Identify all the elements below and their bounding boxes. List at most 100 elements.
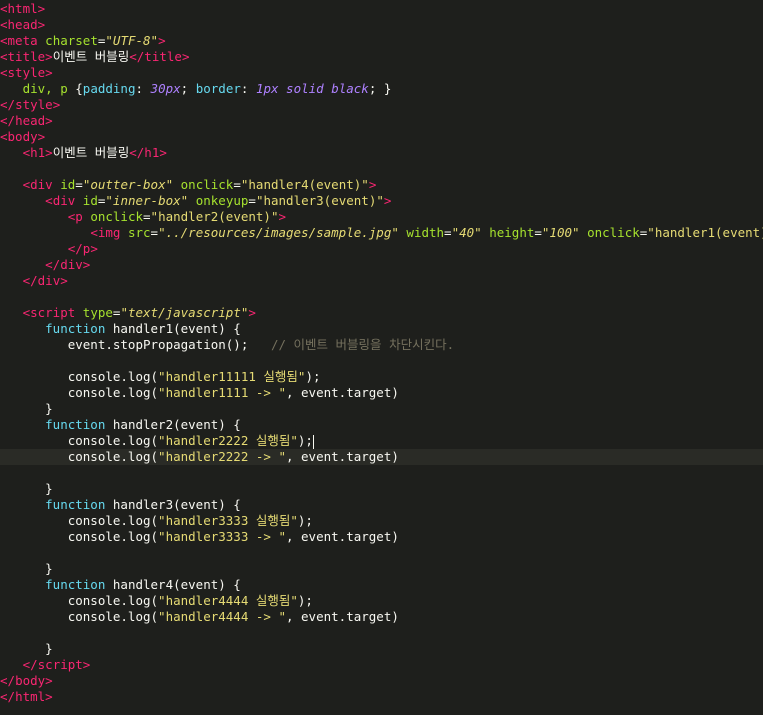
code-token: script bbox=[37, 657, 83, 672]
code-line[interactable]: <div id="outter-box" onclick="handler4(e… bbox=[0, 177, 763, 193]
code-token: padding bbox=[82, 81, 136, 96]
code-token: > bbox=[60, 273, 68, 288]
code-line[interactable] bbox=[0, 545, 763, 561]
code-line[interactable]: console.log("handler2222 실행됨"); bbox=[0, 433, 763, 449]
code-line[interactable] bbox=[0, 353, 763, 369]
code-token: handler1(event) { bbox=[105, 321, 241, 336]
code-token: </ bbox=[0, 97, 16, 112]
code-token: : bbox=[240, 81, 256, 96]
code-line[interactable]: function handler2(event) { bbox=[0, 417, 763, 433]
code-token: style bbox=[7, 65, 46, 80]
code-line[interactable]: function handler4(event) { bbox=[0, 577, 763, 593]
code-token: head bbox=[15, 113, 46, 128]
code-line[interactable]: <title>이벤트 버블링</title> bbox=[0, 49, 763, 65]
code-line[interactable]: <style> bbox=[0, 65, 763, 81]
code-line[interactable] bbox=[0, 465, 763, 481]
code-token: h1 bbox=[144, 145, 160, 160]
code-token: "handler3333 -> " bbox=[158, 529, 286, 544]
code-token: div bbox=[30, 177, 61, 192]
code-token: ); bbox=[297, 433, 313, 448]
code-line[interactable]: } bbox=[0, 481, 763, 497]
code-line[interactable]: <script type="text/javascript"> bbox=[0, 305, 763, 321]
code-line[interactable]: } bbox=[0, 641, 763, 657]
code-token: > bbox=[45, 145, 53, 160]
code-token: div bbox=[37, 273, 61, 288]
code-line[interactable]: console.log("handler4444 실행됨"); bbox=[0, 593, 763, 609]
code-line[interactable]: function handler1(event) { bbox=[0, 321, 763, 337]
code-line[interactable]: <head> bbox=[0, 17, 763, 33]
code-token: > bbox=[82, 657, 91, 672]
code-line[interactable]: <p onclick="handler2(event)"> bbox=[0, 209, 763, 225]
code-line[interactable]: console.log("handler3333 -> ", event.tar… bbox=[0, 529, 763, 545]
code-line[interactable]: function handler3(event) { bbox=[0, 497, 763, 513]
code-token: > bbox=[45, 49, 53, 64]
code-line[interactable]: console.log("handler3333 실행됨"); bbox=[0, 513, 763, 529]
code-token: , event.target) bbox=[285, 385, 399, 400]
code-line[interactable]: <img src="../resources/images/sample.jpg… bbox=[0, 225, 763, 241]
code-token: console.log( bbox=[0, 513, 159, 528]
code-line[interactable]: console.log("handler4444 -> ", event.tar… bbox=[0, 609, 763, 625]
code-line[interactable]: } bbox=[0, 401, 763, 417]
code-token: head bbox=[7, 17, 38, 32]
code-token: ); bbox=[297, 513, 313, 528]
code-token: </ bbox=[45, 257, 61, 272]
code-token: "handler4(event)" bbox=[240, 177, 369, 192]
code-token: < bbox=[22, 177, 31, 192]
code-token: h1 bbox=[30, 145, 46, 160]
code-line[interactable]: } bbox=[0, 561, 763, 577]
code-token: p bbox=[75, 209, 91, 224]
code-token: "inner-box" bbox=[105, 193, 189, 208]
code-line[interactable]: <meta charset="UTF-8"> bbox=[0, 33, 763, 49]
code-token: onclick bbox=[173, 177, 234, 192]
code-token: handler2(event) { bbox=[105, 417, 241, 432]
code-line[interactable]: </style> bbox=[0, 97, 763, 113]
code-line[interactable]: console.log("handler1111 -> ", event.tar… bbox=[0, 385, 763, 401]
code-line[interactable] bbox=[0, 625, 763, 641]
code-line[interactable]: </head> bbox=[0, 113, 763, 129]
code-token: } bbox=[0, 481, 53, 496]
code-line[interactable]: div, p {padding: 30px; border: 1px solid… bbox=[0, 81, 763, 97]
code-line[interactable]: console.log("handler2222 -> ", event.tar… bbox=[0, 449, 763, 465]
code-token: console.log( bbox=[0, 609, 159, 624]
code-token: < bbox=[0, 129, 8, 144]
code-line[interactable]: </script> bbox=[0, 657, 763, 673]
code-line[interactable]: </html> bbox=[0, 689, 763, 705]
code-line[interactable]: <h1>이벤트 버블링</h1> bbox=[0, 145, 763, 161]
code-line[interactable]: </p> bbox=[0, 241, 763, 257]
code-line[interactable]: </body> bbox=[0, 673, 763, 689]
code-token: 30px bbox=[150, 81, 181, 96]
code-token: > bbox=[45, 113, 53, 128]
code-token: "100" bbox=[541, 225, 580, 240]
code-token: onclick bbox=[90, 209, 144, 224]
code-token: src bbox=[127, 225, 151, 240]
code-line[interactable]: </div> bbox=[0, 273, 763, 289]
code-line[interactable]: </div> bbox=[0, 257, 763, 273]
code-token: style bbox=[15, 97, 53, 112]
code-token: body bbox=[7, 129, 38, 144]
code-token: > bbox=[45, 65, 53, 80]
code-line[interactable]: <div id="inner-box" onkeyup="handler3(ev… bbox=[0, 193, 763, 209]
code-token: </ bbox=[22, 657, 38, 672]
code-token: "text/javascript" bbox=[120, 305, 249, 320]
code-token: > bbox=[37, 17, 46, 32]
code-line[interactable]: <body> bbox=[0, 129, 763, 145]
code-token: </ bbox=[0, 113, 16, 128]
code-token: "handler11111 실행됨" bbox=[158, 369, 306, 384]
code-line[interactable]: <html> bbox=[0, 1, 763, 17]
code-line[interactable]: event.stopPropagation(); // 이벤트 버블링을 차단시… bbox=[0, 337, 763, 353]
code-editor[interactable]: <html> <head> <meta charset="UTF-8"> <title… bbox=[0, 0, 763, 715]
code-line[interactable]: console.log("handler11111 실행됨"); bbox=[0, 369, 763, 385]
code-token: { bbox=[75, 81, 83, 96]
code-token: = bbox=[444, 225, 452, 240]
code-token: > bbox=[158, 33, 166, 48]
code-line[interactable] bbox=[0, 161, 763, 177]
code-token: < bbox=[22, 145, 31, 160]
code-line[interactable] bbox=[0, 289, 763, 305]
code-token: console.log( bbox=[0, 385, 159, 400]
